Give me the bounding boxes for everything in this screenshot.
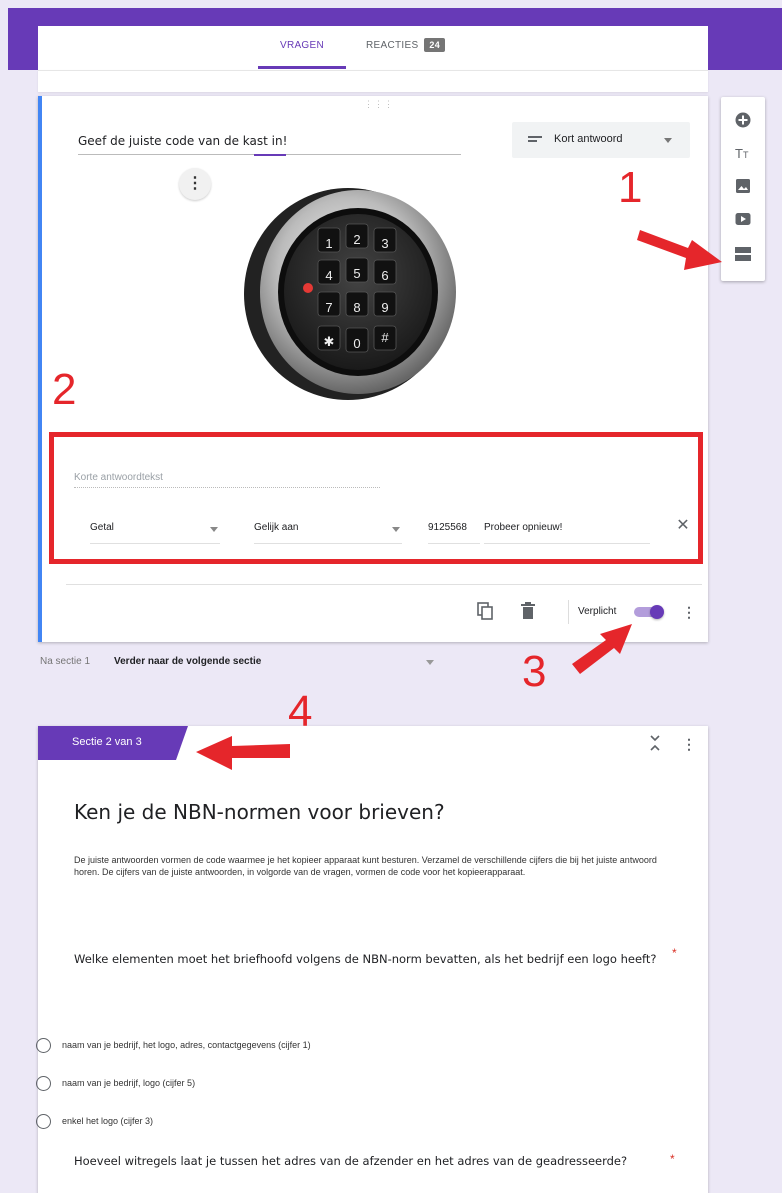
chevron-down-icon (664, 138, 672, 143)
after-section-select[interactable]: Verder naar de volgende sectie (114, 656, 261, 667)
side-toolbar: T T (721, 97, 765, 281)
svg-text:T: T (743, 150, 749, 160)
svg-text:#: # (381, 330, 389, 345)
tab-questions-label: VRAGEN (279, 40, 325, 51)
section-description[interactable]: De juiste antwoorden vormen de code waar… (74, 854, 684, 878)
option-label: naam van je bedrijf, het logo, adres, co… (62, 1040, 311, 1050)
option-label: enkel het logo (cijfer 3) (62, 1116, 154, 1126)
tab-questions[interactable]: VRAGEN (258, 26, 346, 70)
form-header-strip (38, 70, 708, 92)
annotation-highlight-box (49, 432, 703, 564)
add-question-icon[interactable] (734, 111, 752, 129)
required-mark: * (672, 946, 677, 960)
question-title[interactable]: Hoeveel witregels laat je tussen het adr… (74, 1154, 627, 1168)
svg-text:6: 6 (381, 268, 388, 283)
radio-button[interactable] (36, 1038, 51, 1053)
annotation-number: 3 (522, 647, 547, 696)
section-tab: Sectie 2 van 3 (38, 726, 188, 760)
required-label: Verplicht (578, 606, 617, 617)
svg-text:0: 0 (353, 336, 360, 351)
collapse-icon[interactable] (648, 734, 662, 752)
footer-vertical-divider (568, 600, 569, 624)
radio-button[interactable] (36, 1114, 51, 1129)
svg-text:✱: ✱ (324, 334, 335, 349)
svg-text:7: 7 (325, 300, 332, 315)
add-video-icon[interactable] (734, 210, 752, 228)
svg-text:5: 5 (353, 266, 360, 281)
svg-text:2: 2 (353, 232, 360, 247)
svg-text:T: T (735, 146, 743, 161)
tab-responses-label: REACTIES (366, 40, 419, 51)
section-tab-label: Sectie 2 van 3 (72, 736, 142, 748)
duplicate-icon[interactable] (476, 602, 494, 620)
svg-text:4: 4 (325, 268, 332, 283)
annotation-number: 2 (52, 365, 77, 414)
question-title[interactable]: Geef de juiste code van de kast in! (78, 134, 287, 148)
annotation-number: 1 (618, 163, 643, 212)
more-vert-icon[interactable]: ⋮ (682, 602, 696, 622)
delete-icon[interactable] (520, 602, 536, 620)
tab-bar: VRAGEN REACTIES 24 (38, 26, 708, 70)
drag-handle-icon[interactable]: ⋮⋮⋮ (364, 100, 393, 109)
add-image-icon[interactable] (734, 177, 752, 195)
short-answer-icon (528, 136, 542, 144)
after-section-label: Na sectie 1 (40, 656, 91, 667)
response-count-badge: 24 (424, 38, 446, 53)
required-mark: * (670, 1152, 675, 1166)
question-title-underline (78, 154, 461, 156)
add-section-icon[interactable] (734, 245, 752, 263)
toggle-knob (650, 605, 664, 619)
question-type-label: Kort antwoord (554, 133, 623, 145)
more-vert-icon[interactable]: ⋮ (682, 734, 696, 754)
svg-text:3: 3 (381, 236, 388, 251)
required-toggle[interactable] (634, 605, 666, 619)
chevron-down-icon[interactable] (426, 660, 434, 665)
option-label: naam van je bedrijf, logo (cijfer 5) (62, 1078, 196, 1088)
radio-button[interactable] (36, 1076, 51, 1091)
tab-responses[interactable]: REACTIES 24 (366, 26, 476, 70)
svg-text:9: 9 (381, 300, 388, 315)
keypad-lock-image: 1 2 3 4 5 6 7 8 9 ✱ 0 # (244, 188, 456, 400)
footer-divider (66, 584, 702, 585)
section-title[interactable]: Ken je de NBN-normen voor brieven? (74, 800, 445, 824)
question-title[interactable]: Welke elementen moet het briefhoofd volg… (74, 948, 684, 970)
question-type-select[interactable]: Kort antwoord (512, 122, 690, 158)
svg-text:1: 1 (325, 236, 332, 251)
annotation-number: 4 (288, 687, 313, 736)
image-options-button[interactable]: ⋮ (179, 168, 211, 200)
add-title-icon[interactable]: T T (734, 144, 752, 162)
svg-text:8: 8 (353, 300, 360, 315)
